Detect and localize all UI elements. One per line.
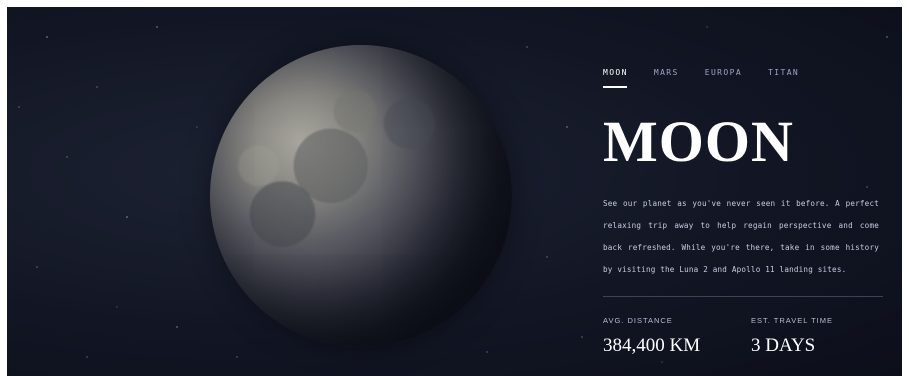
travel-time-value: 3 DAYS	[751, 335, 816, 356]
destination-description: See our planet as you've never seen it b…	[603, 199, 879, 274]
tab-mars[interactable]: MARS	[654, 68, 679, 77]
tab-titan[interactable]: TITAN	[768, 68, 799, 77]
tab-moon[interactable]: MOON	[603, 68, 628, 88]
distance-label: AVG. DISTANCE	[603, 316, 673, 325]
divider	[603, 296, 883, 297]
destination-tabs: MOON MARS EUROPA TITAN	[603, 68, 825, 88]
tab-europa[interactable]: EUROPA	[705, 68, 742, 77]
destination-page: MOON MARS EUROPA TITAN MOON See our plan…	[7, 7, 902, 376]
moon-image	[210, 45, 512, 347]
destination-title: MOON	[603, 109, 794, 174]
distance-value: 384,400 KM	[603, 335, 701, 356]
stat-distance: AVG. DISTANCE 384,400 KM	[603, 316, 700, 357]
travel-time-label: EST. TRAVEL TIME	[751, 316, 833, 325]
destination-info: MOON MARS EUROPA TITAN MOON See our plan…	[603, 7, 883, 376]
stat-travel-time: EST. TRAVEL TIME 3 DAYS	[751, 316, 833, 357]
